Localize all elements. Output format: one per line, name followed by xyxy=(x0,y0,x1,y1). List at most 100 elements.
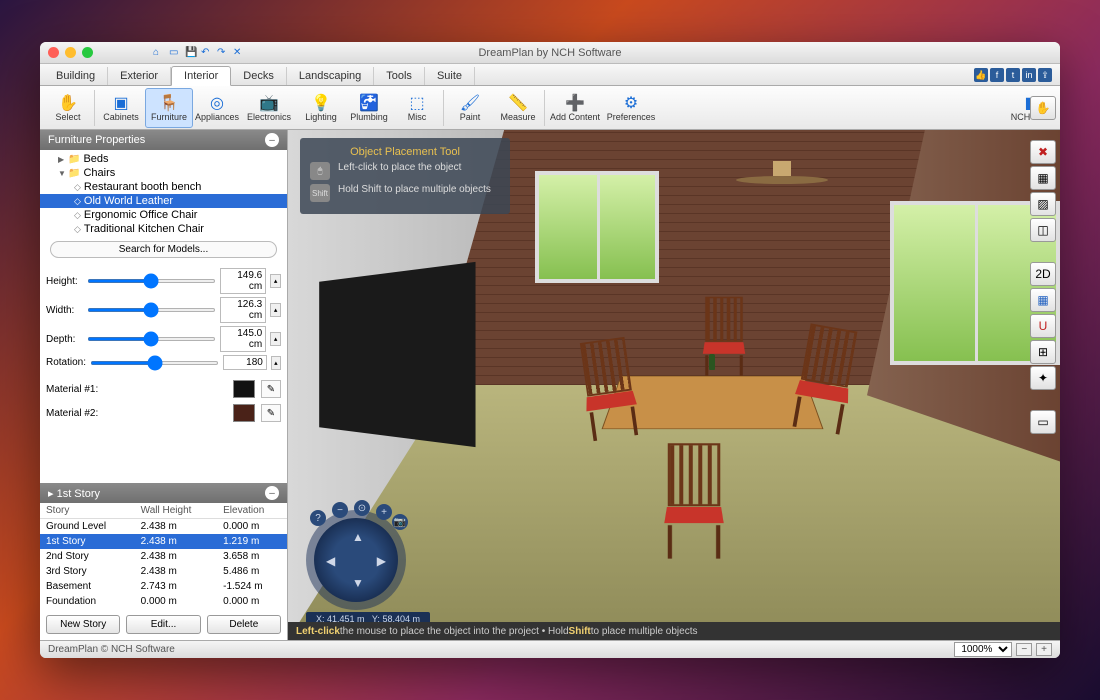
add-content-tool[interactable]: ➕Add Content xyxy=(547,88,603,128)
shift-key-icon: Shift xyxy=(310,184,330,202)
paint-tool[interactable]: 🖌Paint xyxy=(446,88,494,128)
collapse-story-button[interactable]: – xyxy=(265,486,279,500)
cancel-icon[interactable]: ✕ xyxy=(233,47,245,59)
dimension-tool-icon[interactable]: ⊞ xyxy=(1030,340,1056,364)
close-window-button[interactable] xyxy=(48,47,59,58)
select-tool[interactable]: ✋Select xyxy=(44,88,92,128)
minimize-window-button[interactable] xyxy=(65,47,76,58)
material-1-edit[interactable]: ✎ xyxy=(261,380,281,398)
tree-folder-chairs[interactable]: ▼📁Chairs xyxy=(40,166,287,180)
zoom-select[interactable]: 1000% xyxy=(954,642,1012,657)
delete-story-button[interactable]: Delete xyxy=(207,615,281,634)
redo-icon[interactable]: ↷ xyxy=(217,47,229,59)
plumbing-tool[interactable]: 🚰Plumbing xyxy=(345,88,393,128)
preferences-tool[interactable]: ⚙Preferences xyxy=(603,88,659,128)
tab-exterior[interactable]: Exterior xyxy=(108,67,171,85)
nav-up-button[interactable]: ▲ xyxy=(352,530,364,544)
material-2-edit[interactable]: ✎ xyxy=(261,404,281,422)
save-icon[interactable]: 💾 xyxy=(185,47,197,59)
pan-tool-icon[interactable]: ✋ xyxy=(1030,96,1056,120)
appliances-tool[interactable]: ◎Appliances xyxy=(193,88,241,128)
tab-interior[interactable]: Interior xyxy=(171,66,231,86)
measure-tool[interactable]: 📏Measure xyxy=(494,88,542,128)
view-2d-tool-icon[interactable]: 2D xyxy=(1030,262,1056,286)
story-row[interactable]: 2nd Story2.438 m3.658 m xyxy=(40,549,287,564)
tree-item-booth[interactable]: ◇Restaurant booth bench xyxy=(40,180,287,194)
height-slider[interactable] xyxy=(87,279,216,283)
furniture-tool[interactable]: 🪑Furniture xyxy=(145,88,193,128)
open-icon[interactable]: ▭ xyxy=(169,47,181,59)
rotation-value[interactable]: 180 xyxy=(223,355,267,370)
edit-story-button[interactable]: Edit... xyxy=(126,615,200,634)
wall-tool-icon[interactable]: ▦ xyxy=(1030,166,1056,190)
nav-left-button[interactable]: ◀ xyxy=(326,554,335,568)
3d-viewport[interactable]: Object Placement Tool 🖱Left-click to pla… xyxy=(288,130,1060,640)
quick-access-toolbar: ⌂ ▭ 💾 ↶ ↷ ✕ xyxy=(153,47,245,59)
material-2-swatch[interactable] xyxy=(233,404,255,422)
lighting-tool[interactable]: 💡Lighting xyxy=(297,88,345,128)
compass-tool-icon[interactable]: ✦ xyxy=(1030,366,1056,390)
story-row[interactable]: Foundation0.000 m0.000 m xyxy=(40,594,287,609)
layers-tool-icon[interactable]: ◫ xyxy=(1030,218,1056,242)
story-row[interactable]: Ground Level2.438 m0.000 m xyxy=(40,519,287,535)
nav-right-button[interactable]: ▶ xyxy=(377,554,386,568)
width-value[interactable]: 126.3 cm xyxy=(220,297,267,323)
new-story-button[interactable]: New Story xyxy=(46,615,120,634)
height-value[interactable]: 149.6 cm xyxy=(220,268,267,294)
tab-suite[interactable]: Suite xyxy=(425,67,475,85)
rotation-stepper[interactable]: ▴ xyxy=(271,356,281,370)
delete-tool-icon[interactable]: ✖ xyxy=(1030,140,1056,164)
nav-zoom-out-button[interactable]: − xyxy=(332,502,348,518)
tree-item-ergo[interactable]: ◇Ergonomic Office Chair xyxy=(40,208,287,222)
tab-building[interactable]: Building xyxy=(44,67,108,85)
cabinets-tool[interactable]: ▣Cabinets xyxy=(97,88,145,128)
grid-tool-icon[interactable]: ▦ xyxy=(1030,288,1056,312)
dimension-properties: Height: 149.6 cm ▴ Width: 126.3 cm ▴ Dep… xyxy=(40,261,287,377)
screenshot-tool-icon[interactable]: ▭ xyxy=(1030,410,1056,434)
nav-zoom-in-button[interactable]: + xyxy=(376,504,392,520)
texture-tool-icon[interactable]: ▨ xyxy=(1030,192,1056,216)
facebook-icon[interactable]: f xyxy=(990,68,1004,82)
nav-help-button[interactable]: ? xyxy=(310,510,326,526)
folder-icon: 📁 xyxy=(68,168,80,179)
depth-value[interactable]: 145.0 cm xyxy=(220,326,267,352)
nav-reset-button[interactable]: ⊙ xyxy=(354,500,370,516)
undo-icon[interactable]: ↶ xyxy=(201,47,213,59)
zoom-out-button[interactable]: − xyxy=(1016,643,1032,656)
misc-tool[interactable]: ⬚Misc xyxy=(393,88,441,128)
nav-down-button[interactable]: ▼ xyxy=(352,576,364,590)
zoom-in-button[interactable]: + xyxy=(1036,643,1052,656)
zoom-window-button[interactable] xyxy=(82,47,93,58)
twitter-icon[interactable]: t xyxy=(1006,68,1020,82)
story-row[interactable]: 3rd Story2.438 m5.486 m xyxy=(40,564,287,579)
chair-left xyxy=(571,336,647,443)
depth-stepper[interactable]: ▴ xyxy=(270,332,281,346)
tab-landscaping[interactable]: Landscaping xyxy=(287,67,374,85)
roller-icon: 🖌 xyxy=(460,94,480,112)
app-window: ⌂ ▭ 💾 ↶ ↷ ✕ DreamPlan by NCH Software Bu… xyxy=(40,42,1060,658)
ceiling-fan xyxy=(736,161,829,212)
search-models-button[interactable]: Search for Models... xyxy=(50,241,277,258)
electronics-tool[interactable]: 📺Electronics xyxy=(241,88,297,128)
depth-slider[interactable] xyxy=(87,337,216,341)
tab-decks[interactable]: Decks xyxy=(231,67,287,85)
home-icon[interactable]: ⌂ xyxy=(153,47,165,59)
width-stepper[interactable]: ▴ xyxy=(270,303,281,317)
rotation-slider[interactable] xyxy=(90,361,219,365)
linkedin-icon[interactable]: in xyxy=(1022,68,1036,82)
height-stepper[interactable]: ▴ xyxy=(270,274,281,288)
material-1-swatch[interactable] xyxy=(233,380,255,398)
tab-tools[interactable]: Tools xyxy=(374,67,425,85)
share-icon[interactable]: ⇪ xyxy=(1038,68,1052,82)
width-slider[interactable] xyxy=(87,308,216,312)
snap-tool-icon[interactable]: U xyxy=(1030,314,1056,338)
lamp-icon: 💡 xyxy=(311,94,331,112)
tree-item-leather[interactable]: ◇Old World Leather xyxy=(40,194,287,208)
nav-camera-button[interactable]: 📷 xyxy=(392,514,408,530)
collapse-panel-button[interactable]: – xyxy=(265,133,279,147)
story-row[interactable]: 1st Story2.438 m1.219 m xyxy=(40,534,287,549)
tree-item-kitchen[interactable]: ◇Traditional Kitchen Chair xyxy=(40,222,287,236)
story-row[interactable]: Basement2.743 m-1.524 m xyxy=(40,579,287,594)
tree-folder-beds[interactable]: ▶📁Beds xyxy=(40,152,287,166)
like-icon[interactable]: 👍 xyxy=(974,68,988,82)
